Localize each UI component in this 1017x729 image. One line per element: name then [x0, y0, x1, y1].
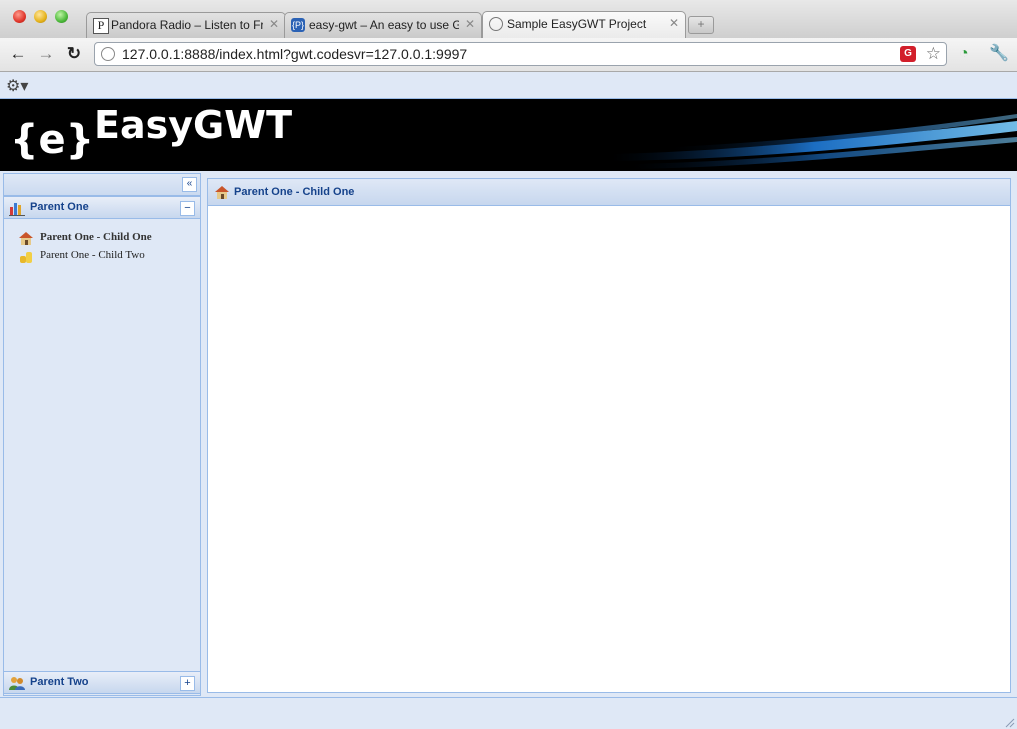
center-panel-header: Parent One - Child One: [208, 179, 1010, 206]
bookmark-star-icon[interactable]: ☆: [926, 44, 941, 64]
extension-icon[interactable]: G: [900, 46, 916, 62]
banner-streak-graphic: [612, 114, 1017, 169]
house-icon: [19, 232, 33, 245]
back-icon[interactable]: ←: [9, 45, 27, 63]
browser-toolbar: ← → ↻ 127.0.0.1:8888/index.html?gwt.code…: [0, 38, 1017, 72]
tab-label: Pandora Radio – Listen to Fre: [111, 18, 263, 32]
tab-label: easy-gwt – An easy to use G: [309, 18, 459, 32]
accordion-label: Parent Two: [30, 676, 89, 688]
new-tab-button[interactable]: +: [688, 16, 714, 34]
collapse-icon[interactable]: «: [182, 177, 197, 192]
globe-icon: [101, 47, 115, 61]
house-icon: [215, 186, 229, 199]
tab-pandora[interactable]: P Pandora Radio – Listen to Fre ✕: [86, 12, 286, 38]
close-tab-icon[interactable]: ✕: [269, 17, 279, 31]
google-code-icon: {P}: [291, 18, 305, 32]
address-bar[interactable]: 127.0.0.1:8888/index.html?gwt.codesvr=12…: [94, 42, 947, 66]
tab-easy-gwt[interactable]: {P} easy-gwt – An easy to use G ✕: [284, 12, 482, 38]
accordion-header-parent-one[interactable]: Parent One −: [4, 196, 200, 219]
accordion-body-parent-one: Parent One - Child One Parent One - Chil…: [4, 219, 200, 649]
accordion-label: Parent One: [30, 201, 89, 213]
close-tab-icon[interactable]: ✕: [465, 17, 475, 31]
forward-icon[interactable]: →: [37, 45, 55, 63]
tab-strip: P Pandora Radio – Listen to Fre ✕ {P} ea…: [0, 0, 1017, 39]
users-icon: [9, 677, 25, 690]
wrench-icon[interactable]: 🔧: [989, 45, 1009, 63]
resize-grip-icon[interactable]: [1003, 716, 1015, 728]
app-viewport: ⚙▾ {e} EasyGWT « Parent One − Parent One…: [0, 72, 1017, 729]
app-banner: {e} EasyGWT: [0, 99, 1017, 171]
center-panel-title: Parent One - Child One: [234, 186, 355, 198]
tree-item-label: Parent One - Child Two: [40, 249, 145, 261]
chart-icon: [9, 203, 25, 216]
tree-item-label: Parent One - Child One: [40, 231, 152, 243]
browser-window: P Pandora Radio – Listen to Fre ✕ {P} ea…: [0, 0, 1017, 729]
west-panel-header: «: [4, 174, 200, 196]
collapse-group-icon[interactable]: −: [180, 201, 195, 216]
expand-group-icon[interactable]: +: [180, 676, 195, 691]
url-text: 127.0.0.1:8888/index.html?gwt.codesvr=12…: [122, 46, 468, 62]
tab-label: Sample EasyGWT Project: [507, 17, 647, 31]
globe-icon: [489, 17, 503, 31]
gear-icon[interactable]: ⚙▾: [6, 76, 28, 96]
coins-icon: [20, 252, 32, 263]
minimize-window-button[interactable]: [34, 10, 47, 23]
zoom-window-button[interactable]: [55, 10, 68, 23]
west-panel: « Parent One − Parent One - Child One Pa…: [3, 173, 201, 696]
app-menubar: ⚙▾: [0, 72, 1017, 99]
center-panel: Parent One - Child One: [207, 178, 1011, 693]
tab-sample-easygwt[interactable]: Sample EasyGWT Project ✕: [482, 11, 686, 39]
status-bar: [0, 697, 1017, 729]
close-window-button[interactable]: [13, 10, 26, 23]
accordion-header-parent-two[interactable]: Parent Two +: [4, 671, 200, 694]
pandora-icon: P: [93, 18, 109, 34]
extension-clock-icon[interactable]: ◔: [959, 45, 969, 63]
close-tab-icon[interactable]: ✕: [669, 16, 679, 30]
logo-word: EasyGWT: [94, 103, 293, 147]
logo-brace: {e}: [10, 117, 95, 163]
reload-icon[interactable]: ↻: [65, 45, 83, 63]
